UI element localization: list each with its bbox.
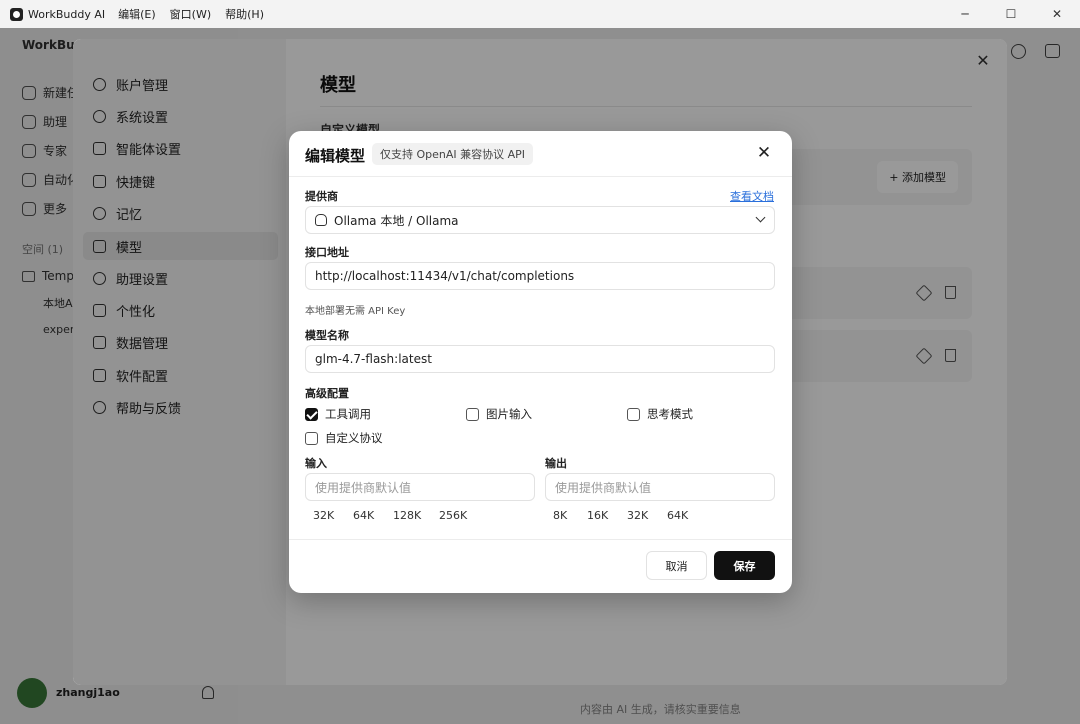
- checkbox-icon: [466, 407, 479, 421]
- checkbox-icon: [305, 431, 318, 445]
- window-controls: ─ ☐ ✕: [942, 0, 1080, 28]
- output-label: 输出: [545, 457, 567, 470]
- custom-protocol-checkbox[interactable]: 自定义协议: [305, 430, 383, 446]
- menu-help[interactable]: 帮助(H): [225, 6, 264, 22]
- edit-model-modal: 编辑模型 仅支持 OpenAI 兼容协议 API ✕ 提供商 查看文档 Olla…: [289, 131, 792, 593]
- save-button[interactable]: 保存: [714, 551, 775, 580]
- api-key-hint: 本地部署无需 API Key: [305, 306, 406, 317]
- endpoint-value: http://localhost:11434/v1/chat/completio…: [315, 269, 575, 283]
- app-title: WorkBuddy AI: [28, 7, 106, 21]
- model-name-value: glm-4.7-flash:latest: [315, 352, 432, 366]
- endpoint-input[interactable]: http://localhost:11434/v1/chat/completio…: [305, 262, 775, 290]
- output-placeholder: 使用提供商默认值: [555, 480, 652, 495]
- footer-divider: [289, 539, 792, 540]
- input-preset[interactable]: 256K: [439, 509, 467, 522]
- output-preset[interactable]: 16K: [587, 509, 608, 522]
- endpoint-label: 接口地址: [305, 246, 349, 259]
- protocol-tag: 仅支持 OpenAI 兼容协议 API: [372, 143, 534, 165]
- input-token-field[interactable]: 使用提供商默认值: [305, 473, 535, 501]
- thinking-mode-checkbox[interactable]: 思考模式: [627, 406, 693, 422]
- option-label: 思考模式: [647, 407, 693, 421]
- checkbox-icon: [627, 407, 640, 421]
- input-preset[interactable]: 32K: [313, 509, 334, 522]
- output-preset[interactable]: 32K: [627, 509, 648, 522]
- input-preset[interactable]: 128K: [393, 509, 421, 522]
- output-preset[interactable]: 8K: [553, 509, 567, 522]
- header-divider: [289, 176, 792, 177]
- provider-label: 提供商: [305, 190, 338, 203]
- menu-window[interactable]: 窗口(W): [170, 6, 211, 22]
- app-logo-icon: [10, 7, 23, 21]
- advanced-label: 高级配置: [305, 387, 349, 400]
- maximize-button[interactable]: ☐: [988, 0, 1034, 28]
- close-window-button[interactable]: ✕: [1034, 0, 1080, 28]
- input-placeholder: 使用提供商默认值: [315, 480, 412, 495]
- model-name-input[interactable]: glm-4.7-flash:latest: [305, 345, 775, 373]
- image-input-checkbox[interactable]: 图片输入: [466, 406, 532, 422]
- provider-select[interactable]: Ollama 本地 / Ollama: [305, 206, 775, 234]
- modal-title: 编辑模型: [305, 147, 366, 165]
- ollama-icon: [315, 214, 327, 226]
- title-bar: WorkBuddy AI 编辑(E) 窗口(W) 帮助(H) ─ ☐ ✕: [0, 0, 1080, 28]
- cancel-button[interactable]: 取消: [646, 551, 707, 580]
- provider-value: Ollama 本地 / Ollama: [334, 213, 459, 228]
- model-name-label: 模型名称: [305, 329, 349, 342]
- input-label: 输入: [305, 457, 327, 470]
- checkbox-checked-icon: [305, 407, 318, 421]
- input-preset[interactable]: 64K: [353, 509, 374, 522]
- docs-link[interactable]: 查看文档: [730, 188, 774, 204]
- menu-edit[interactable]: 编辑(E): [118, 6, 156, 22]
- close-button[interactable]: ✕: [754, 143, 774, 163]
- option-label: 工具调用: [325, 407, 371, 421]
- tool-calling-checkbox[interactable]: 工具调用: [305, 406, 371, 422]
- option-label: 图片输入: [486, 407, 532, 421]
- minimize-button[interactable]: ─: [942, 0, 988, 28]
- chevron-down-icon: [755, 212, 766, 223]
- output-token-field[interactable]: 使用提供商默认值: [545, 473, 775, 501]
- output-preset[interactable]: 64K: [667, 509, 688, 522]
- option-label: 自定义协议: [325, 431, 383, 445]
